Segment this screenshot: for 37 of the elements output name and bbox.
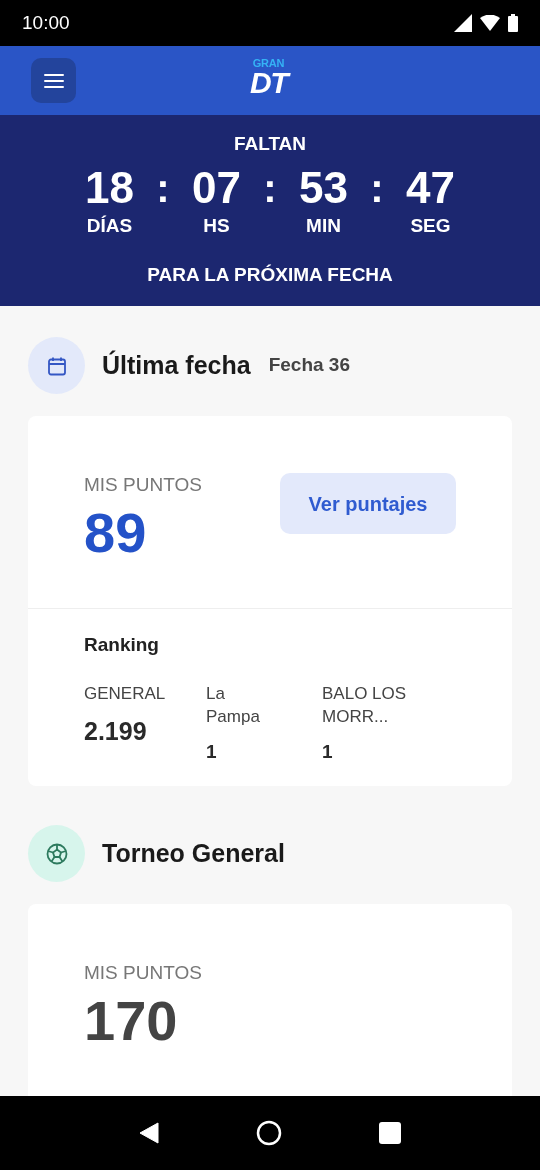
ranking-label: BALO LOS MORR...: [322, 682, 408, 728]
countdown-value: 47: [406, 162, 455, 213]
countdown-unit: HS: [203, 213, 230, 238]
countdown-unit: DÍAS: [86, 213, 133, 238]
section-title: Última fecha: [102, 349, 251, 381]
recents-icon[interactable]: [379, 1122, 402, 1144]
countdown-separator: :: [369, 164, 385, 212]
points-value: 170: [84, 987, 179, 1054]
battery-icon: [508, 14, 518, 32]
points-label: MIS PUNTOS: [84, 473, 203, 497]
ranking-value: 2.199: [84, 715, 147, 747]
view-scores-button[interactable]: Ver puntajes: [280, 473, 456, 534]
ranking-value: 1: [322, 739, 333, 764]
back-icon[interactable]: [138, 1122, 159, 1144]
points-label: MIS PUNTOS: [84, 961, 203, 985]
countdown-value: 53: [299, 162, 348, 213]
ranking-label: GENERAL: [84, 682, 167, 705]
menu-button[interactable]: [31, 58, 76, 103]
countdown-separator: :: [155, 164, 171, 212]
countdown-separator: :: [262, 164, 278, 212]
wifi-icon: [480, 15, 500, 31]
countdown-value: 18: [85, 162, 134, 213]
countdown-unit: MIN: [306, 213, 341, 238]
signal-icon: [454, 14, 472, 32]
countdown-unit: SEG: [410, 213, 451, 238]
home-icon[interactable]: [256, 1120, 282, 1146]
ranking-title: Ranking: [84, 633, 160, 657]
section-title: Torneo General: [102, 837, 285, 869]
status-time: 10:00: [22, 10, 70, 35]
countdown-value: 07: [192, 162, 241, 213]
countdown-footer: PARA LA PRÓXIMA FECHA: [147, 260, 393, 289]
menu-icon: [43, 73, 64, 88]
points-value: 89: [84, 499, 148, 566]
ranking-label: La Pampa: [206, 682, 261, 728]
ranking-value: 1: [206, 739, 217, 764]
section-subtitle: Fecha 36: [268, 353, 350, 378]
countdown-title: FALTAN: [233, 132, 307, 156]
